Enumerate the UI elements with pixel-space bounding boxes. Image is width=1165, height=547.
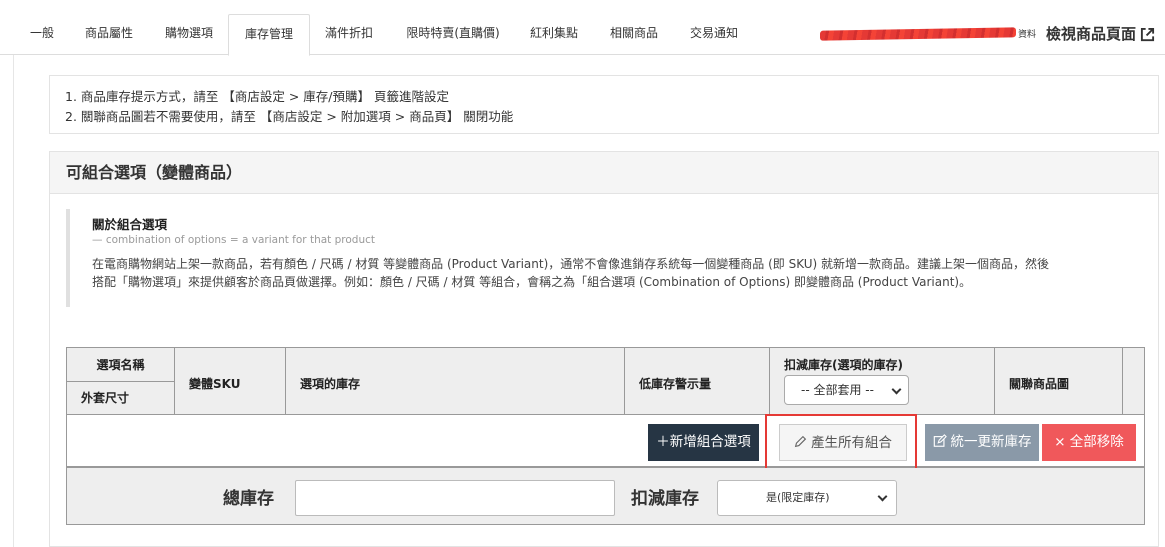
tab-attributes[interactable]: 商品屬性 [80,14,138,55]
about-subtitle: — combination of options = a variant for… [92,234,376,246]
header-option-name-label: 選項名稱 [67,348,174,382]
bulk-update-stock-button[interactable]: 統一更新庫存 [925,424,1039,461]
tab-bar: 一般 商品屬性 購物選項 庫存管理 滿件折扣 限時特賣(直購價) 紅利集點 相關… [0,0,1165,56]
variant-table: 選項名稱 外套尺寸 變體SKU 選項的庫存 低庫存警示量 扣減庫存(選項的庫存)… [66,347,1145,525]
tab-related-products[interactable]: 相關商品 [605,14,663,55]
header-option-name: 選項名稱 外套尺寸 [67,348,175,415]
table-header: 選項名稱 外套尺寸 變體SKU 選項的庫存 低庫存警示量 扣減庫存(選項的庫存)… [67,348,1144,415]
view-product-page-label: 檢視商品頁面 [1046,25,1137,43]
total-stock-label: 總庫存 [223,489,274,509]
deduct-apply-all-select[interactable]: -- 全部套用 -- [784,375,909,405]
tab-general[interactable]: 一般 [26,14,58,55]
notice-line-1: 1. 商品庫存提示方式，請至 【商店設定 > 庫存/預購】 頁籤進階設定 [65,89,449,104]
redacted-text-tail: 資料 [1018,30,1037,40]
totals-row: 總庫存 扣減庫存 是(限定庫存) [67,468,1144,524]
settings-notice: 1. 商品庫存提示方式，請至 【商店設定 > 庫存/預購】 頁籤進階設定 2. … [49,75,1159,134]
table-actions: ＋新增組合選項 產生所有組合 統一更新庫存 × 全部移除 [67,414,1144,471]
header-option-jacket-size: 外套尺寸 [81,391,130,405]
highlight-annotation [765,414,917,471]
tab-inventory[interactable]: 庫存管理 [228,14,310,56]
edit-icon [933,434,947,447]
about-title: 關於組合選項 [92,217,168,232]
tab-notifications[interactable]: 交易通知 [685,14,743,55]
tab-shopping-options[interactable]: 購物選項 [160,14,218,55]
header-deduct-stock-label: 扣減庫存(選項的庫存) [784,358,903,372]
header-linked-image: 關聯商品圖 [995,348,1123,415]
header-deduct-stock: 扣減庫存(選項的庫存) -- 全部套用 -- [770,348,995,415]
tab-flash-sale[interactable]: 限時特賣(直購價) [400,14,506,55]
chevron-down-icon [891,384,902,395]
tab-bonus-points[interactable]: 紅利集點 [525,14,583,55]
tab-bulk-discount[interactable]: 滿件折扣 [320,14,378,55]
header-variant-sku: 變體SKU [175,348,286,415]
view-product-page-link[interactable]: 檢視商品頁面 [1046,23,1155,44]
content-divider [13,55,14,547]
about-description-line-1: 在電商購物網站上架一款商品，若有顏色 / 尺碼 / 材質 等變體商品 (Prod… [92,257,1050,271]
about-description: 在電商購物網站上架一款商品，若有顏色 / 尺碼 / 材質 等變體商品 (Prod… [92,255,1106,291]
chevron-down-icon [877,491,888,502]
panel-title: 可組合選項（變體商品） [50,152,1158,194]
redaction-mark [820,27,1016,41]
deduct-stock-select[interactable]: 是(限定庫存) [717,480,897,516]
notice-line-2: 2. 關聯商品圖若不需要使用，請至 【商店設定 > 附加選項 > 商品頁】 關閉… [65,109,514,124]
header-option-stock: 選項的庫存 [286,348,625,415]
header-low-stock-alert: 低庫存警示量 [625,348,770,415]
add-option-button[interactable]: ＋新增組合選項 [648,424,759,461]
remove-all-button[interactable]: × 全部移除 [1042,424,1136,461]
variant-options-panel: 可組合選項（變體商品） 關於組合選項 — combination of opti… [49,151,1159,547]
about-combination-options: 關於組合選項 — combination of options = a vari… [66,209,1128,307]
bulk-update-stock-label: 統一更新庫存 [950,434,1032,450]
total-stock-input[interactable] [295,480,615,516]
about-description-line-2: 搭配「購物選項」來提供顧客於商品頁做選擇。例如：顏色 / 尺碼 / 材質 等組合… [92,275,972,289]
external-link-icon [1140,27,1155,42]
deduct-stock-label: 扣減庫存 [631,489,699,509]
